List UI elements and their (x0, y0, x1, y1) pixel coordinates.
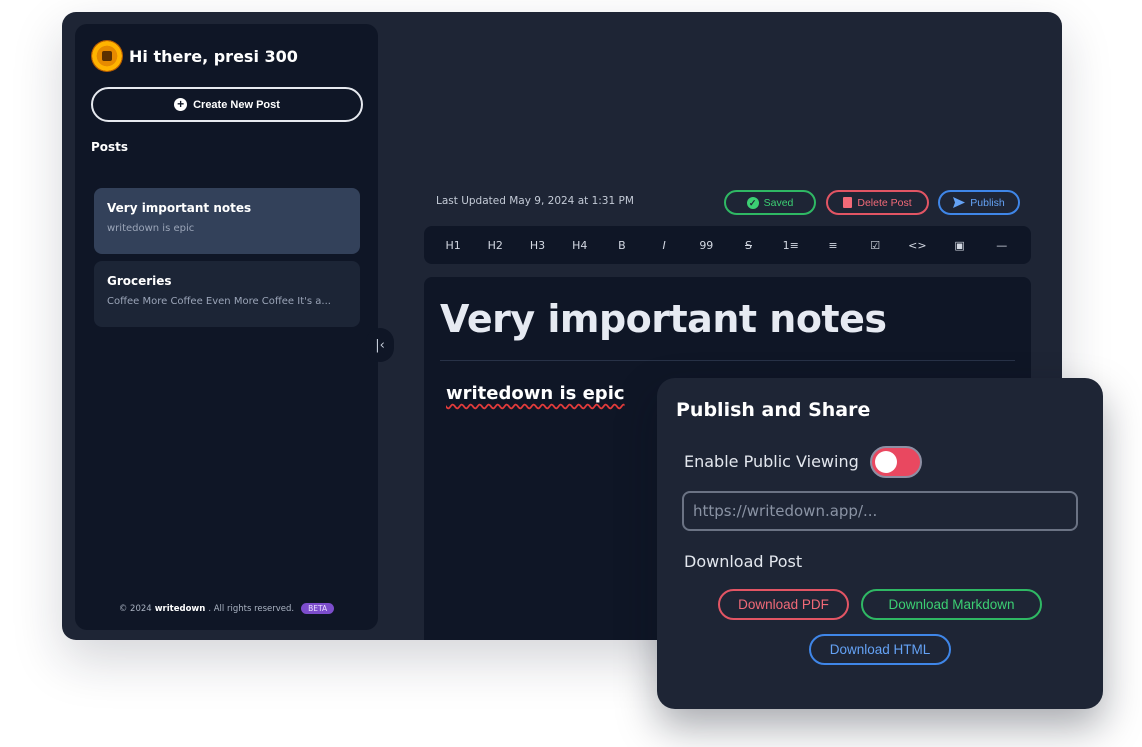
panel-title: Publish and Share (676, 399, 871, 421)
post-item-groceries[interactable]: Groceries Coffee More Coffee Even More C… (94, 261, 360, 327)
delete-post-label: Delete Post (857, 196, 912, 209)
send-icon (953, 197, 966, 208)
avatar-emblem-icon (102, 51, 112, 61)
heading-2-button[interactable]: H2 (483, 239, 507, 252)
share-url-input[interactable] (682, 491, 1078, 531)
strikethrough-button[interactable]: S (737, 239, 761, 252)
post-snippet: Coffee More Coffee Even More Coffee It's… (107, 296, 331, 307)
publish-share-panel: Publish and Share Enable Public Viewing … (657, 378, 1103, 709)
delete-post-button[interactable]: Delete Post (826, 190, 929, 215)
heading-4-button[interactable]: H4 (568, 239, 592, 252)
bold-button[interactable]: B (610, 239, 634, 252)
publish-label: Publish (970, 196, 1005, 209)
heading-3-button[interactable]: H3 (526, 239, 550, 252)
public-viewing-label: Enable Public Viewing (684, 452, 859, 471)
title-divider (440, 360, 1015, 361)
horizontal-rule-button[interactable]: — (990, 239, 1014, 252)
posts-heading: Posts (91, 140, 129, 154)
quote-button[interactable]: 99 (694, 239, 718, 252)
post-title: Groceries (107, 274, 172, 288)
brand-name: writedown (154, 603, 206, 614)
publish-button[interactable]: Publish (938, 190, 1020, 215)
last-updated-text: Last Updated May 9, 2024 at 1:31 PM (436, 195, 634, 207)
download-markdown-button[interactable]: Download Markdown (861, 589, 1042, 620)
avatar[interactable] (91, 40, 123, 72)
image-button[interactable]: ▣ (948, 239, 972, 252)
plus-circle-icon: + (174, 98, 188, 111)
italic-button[interactable]: I (652, 239, 676, 252)
copyright-suffix: . All rights reserved. (208, 603, 295, 614)
post-title: Very important notes (107, 201, 252, 215)
download-html-button[interactable]: Download HTML (809, 634, 951, 665)
create-new-post-label: Create New Post (193, 98, 280, 111)
sidebar: Hi there, presi 300 + Create New Post Po… (75, 24, 378, 630)
saved-label: Saved (763, 196, 794, 209)
bullet-list-button[interactable]: ≡ (821, 239, 845, 252)
public-viewing-toggle[interactable] (870, 446, 922, 478)
formatting-toolbar: H1 H2 H3 H4 B I 99 S 1≡ ≡ ☑ <> ▣ — (424, 226, 1031, 264)
document-title[interactable]: Very important notes (440, 297, 887, 341)
greeting-text: Hi there, presi 300 (129, 46, 298, 66)
heading-1-button[interactable]: H1 (441, 239, 465, 252)
download-pdf-button[interactable]: Download PDF (718, 589, 849, 620)
code-button[interactable]: <> (905, 239, 929, 252)
beta-badge: BETA (301, 603, 335, 614)
document-body[interactable]: writedown is epic (446, 383, 625, 404)
post-item-very-important-notes[interactable]: Very important notes writedown is epic (94, 188, 360, 254)
collapse-sidebar-button[interactable]: |‹ (366, 328, 394, 362)
trash-icon (843, 197, 853, 208)
copyright-prefix: © 2024 (118, 603, 152, 614)
collapse-left-icon: |‹ (375, 337, 385, 353)
toggle-knob (875, 451, 897, 473)
user-greeting: Hi there, presi 300 (91, 40, 298, 72)
create-new-post-button[interactable]: + Create New Post (91, 87, 363, 122)
ordered-list-button[interactable]: 1≡ (779, 239, 803, 252)
post-snippet: writedown is epic (107, 223, 195, 234)
check-circle-icon: ✓ (746, 196, 759, 209)
download-post-heading: Download Post (684, 552, 803, 571)
saved-button[interactable]: ✓ Saved (724, 190, 816, 215)
sidebar-footer: © 2024 writedown. All rights reserved. B… (75, 603, 378, 614)
task-list-button[interactable]: ☑ (863, 239, 887, 252)
